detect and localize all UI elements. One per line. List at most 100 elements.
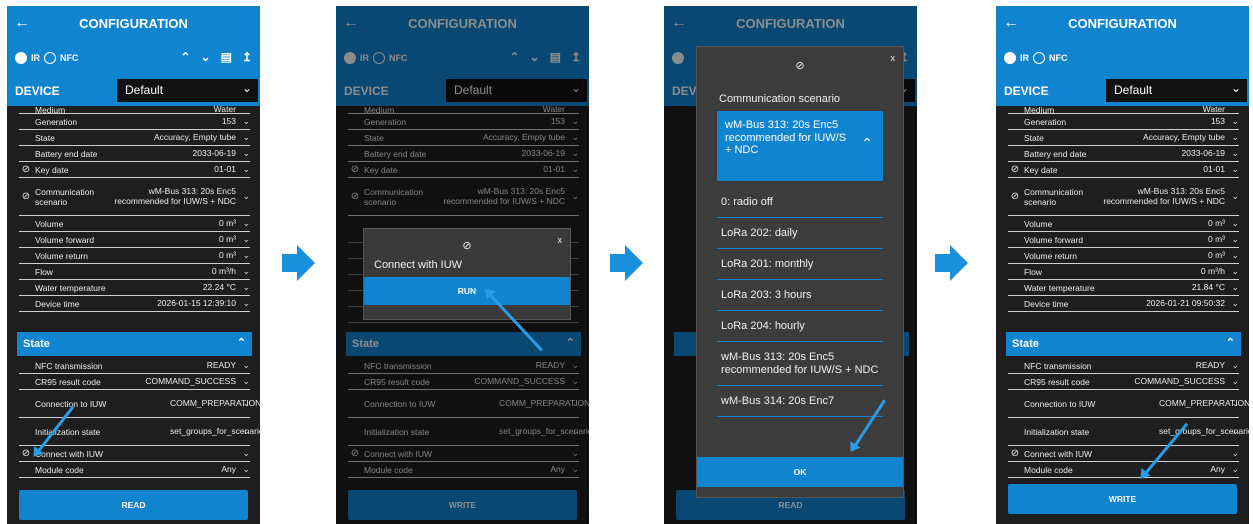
ir-radio[interactable]: [15, 52, 27, 64]
list-item[interactable]: Volume return 0 m³ ⌄: [1008, 248, 1239, 264]
ir-label: IR: [31, 53, 40, 63]
device-select-value: Default: [1114, 83, 1153, 97]
row-value: set_groups_for_scenario: [1159, 425, 1249, 436]
list-item[interactable]: ⊘ Communication scenario wM-Bus 313: 20s E…: [1008, 178, 1239, 216]
chevron-down-icon: ⌄: [242, 464, 250, 474]
no-edit-icon: ⊘: [1010, 191, 1020, 202]
list-item[interactable]: Battery end date 2033-06-19 ⌄: [19, 146, 250, 162]
list-item[interactable]: ⊘ Connect with IUW ⌄: [19, 446, 250, 462]
list-item[interactable]: NFC transmission READY ⌄: [1008, 358, 1239, 374]
list-item[interactable]: Water temperature 22.24 °C ⌄: [19, 280, 250, 296]
list-item[interactable]: CR95 result code COMMAND_SUCCESS ⌄: [1008, 374, 1239, 390]
device-select[interactable]: Default ⌄: [1106, 79, 1247, 102]
scenario-option[interactable]: LoRa 204: hourly: [717, 311, 883, 342]
chevron-down-icon: ⌄: [1231, 298, 1239, 308]
scenario-option[interactable]: LoRa 201: monthly: [717, 249, 883, 280]
list-item[interactable]: Volume 0 m³ ⌄: [1008, 216, 1239, 232]
row-key: Volume forward: [1024, 234, 1084, 245]
chevron-down-icon: ⌄: [242, 218, 250, 228]
list-item[interactable]: Module code Any ⌄: [19, 462, 250, 478]
list-item[interactable]: Initialization state set_groups_for_scena…: [1008, 418, 1249, 446]
list-item[interactable]: Medium Water: [1008, 106, 1239, 114]
chevron-down-icon: ⌄: [1231, 116, 1239, 126]
row-key: Device time: [1024, 298, 1069, 309]
list-item[interactable]: Module code Any ⌄: [1008, 462, 1239, 478]
row-key: NFC transmission: [35, 360, 103, 371]
list-item[interactable]: State Accuracy, Empty tube ⌄: [1008, 130, 1239, 146]
row-key: Volume return: [35, 250, 88, 261]
back-arrow-icon[interactable]: ←: [7, 14, 37, 32]
scenario-option[interactable]: LoRa 203: 3 hours: [717, 280, 883, 311]
list-item[interactable]: State Accuracy, Empty tube ⌄: [19, 130, 250, 146]
screen-3: ← CONFIGURATION ↥ DEVICE ⌄ ⌃ READ x ⊘ Co…: [664, 6, 917, 524]
list-item[interactable]: Device time 2026-01-21 09:50:32 ⌄: [1008, 296, 1239, 312]
list-item[interactable]: Device time 2026-01-15 12:39:10 ⌄: [19, 296, 250, 312]
scenario-option[interactable]: 0: radio off: [717, 187, 883, 218]
row-key: Communication scenario: [1024, 186, 1084, 207]
device-select[interactable]: Default ⌄: [117, 79, 258, 102]
scenario-option[interactable]: LoRa 202: daily: [717, 218, 883, 249]
list-item[interactable]: Water temperature 21.84 °C ⌄: [1008, 280, 1239, 296]
chevron-up-icon: ⌃: [236, 337, 246, 349]
row-value: Accuracy, Empty tube: [1142, 131, 1225, 142]
list-item[interactable]: Connection to IUW COMM_PREPARATION ⌄: [19, 390, 260, 418]
list-item[interactable]: Generation 153 ⌄: [1008, 114, 1239, 130]
row-key: Generation: [1024, 116, 1067, 127]
list-item[interactable]: ⊘ Key date 01-01 ⌄: [1008, 162, 1239, 178]
chevron-down-icon: ⌄: [1231, 398, 1239, 408]
row-value: 2026-01-15 12:39:10: [157, 297, 236, 308]
list-item[interactable]: Volume 0 m³ ⌄: [19, 216, 250, 232]
scenario-option[interactable]: wM-Bus 313: 20s Enc5 recommended for IUW…: [717, 342, 883, 387]
screen-1: ← CONFIGURATION IR NFC ⌃ ⌄ ▤ ↥ DEVICE De…: [7, 6, 260, 524]
chevron-down-icon: ⌄: [242, 148, 250, 158]
device-bar: DEVICE Default ⌄: [7, 76, 260, 106]
list-item[interactable]: Connection to IUW COMM_PREPARATION ⌄: [1008, 390, 1249, 418]
list-item[interactable]: Battery end date 2033-06-19 ⌄: [1008, 146, 1239, 162]
list-item[interactable]: ⊘ Communication scenario wM-Bus 313: 20s E…: [19, 178, 250, 216]
list-item[interactable]: Flow 0 m³/h ⌄: [19, 264, 250, 280]
scenario-option[interactable]: wM-Bus 314: 20s Enc7: [717, 386, 883, 418]
row-key: Connection to IUW: [35, 398, 107, 409]
row-value: 2033-06-19: [192, 147, 236, 158]
row-key: State: [1024, 132, 1044, 143]
row-key: Medium: [1024, 106, 1055, 114]
list-item[interactable]: Volume forward 0 m³ ⌄: [1008, 232, 1239, 248]
list-item[interactable]: Flow 0 m³/h ⌄: [1008, 264, 1239, 280]
document-icon[interactable]: ▤: [221, 50, 232, 64]
list-item[interactable]: ⊘ Connect with IUW ⌄: [1008, 446, 1239, 462]
list-item[interactable]: Volume forward 0 m³ ⌄: [19, 232, 250, 248]
list-item[interactable]: Medium Water: [19, 106, 250, 114]
chevron-down-icon[interactable]: ⌄: [201, 50, 211, 64]
list-item[interactable]: Generation 153 ⌄: [19, 114, 250, 130]
ir-radio[interactable]: [1004, 52, 1016, 64]
chevron-down-icon: ⌄: [242, 266, 250, 276]
no-edit-icon: ⊘: [21, 191, 31, 202]
mode-toggles: IR NFC ⌃ ⌄ ▤ ↥: [7, 40, 260, 76]
chevron-down-icon: ⌄: [1231, 164, 1239, 174]
state-section-header[interactable]: State ⌃: [17, 332, 252, 356]
run-button[interactable]: RUN: [364, 277, 570, 305]
row-key: CR95 result code: [35, 376, 101, 387]
nfc-radio[interactable]: [1033, 52, 1045, 64]
ok-button[interactable]: OK: [697, 457, 903, 487]
chevron-down-icon: ⌄: [242, 426, 250, 436]
scenario-dropdown[interactable]: wM-Bus 313: 20s Enc5 recommended for IUW…: [717, 111, 883, 181]
read-button[interactable]: READ: [19, 490, 248, 520]
list-item[interactable]: CR95 result code COMMAND_SUCCESS ⌄: [19, 374, 250, 390]
write-button[interactable]: WRITE: [1008, 484, 1237, 514]
upload-icon[interactable]: ↥: [242, 50, 252, 64]
scenario-selected: wM-Bus 313: 20s Enc5 recommended for IUW…: [725, 119, 847, 157]
list-item[interactable]: ⊘ Key date 01-01 ⌄: [19, 162, 250, 178]
chevron-down-icon: ⌄: [1231, 218, 1239, 228]
state-section-header[interactable]: State ⌃: [1006, 332, 1241, 356]
nfc-radio[interactable]: [44, 52, 56, 64]
chevron-up-icon[interactable]: ⌃: [180, 50, 190, 64]
state-list: NFC transmission READY ⌄ CR95 result code C…: [19, 358, 260, 478]
row-key: Module code: [35, 464, 84, 475]
row-key: Initialization state: [35, 426, 101, 437]
connect-dialog: x ⊘ Connect with IUW RUN: [363, 228, 571, 320]
back-arrow-icon[interactable]: ←: [996, 14, 1026, 32]
list-item[interactable]: NFC transmission READY ⌄: [19, 358, 250, 374]
list-item[interactable]: Volume return 0 m³ ⌄: [19, 248, 250, 264]
page-title: CONFIGURATION: [1068, 15, 1177, 31]
